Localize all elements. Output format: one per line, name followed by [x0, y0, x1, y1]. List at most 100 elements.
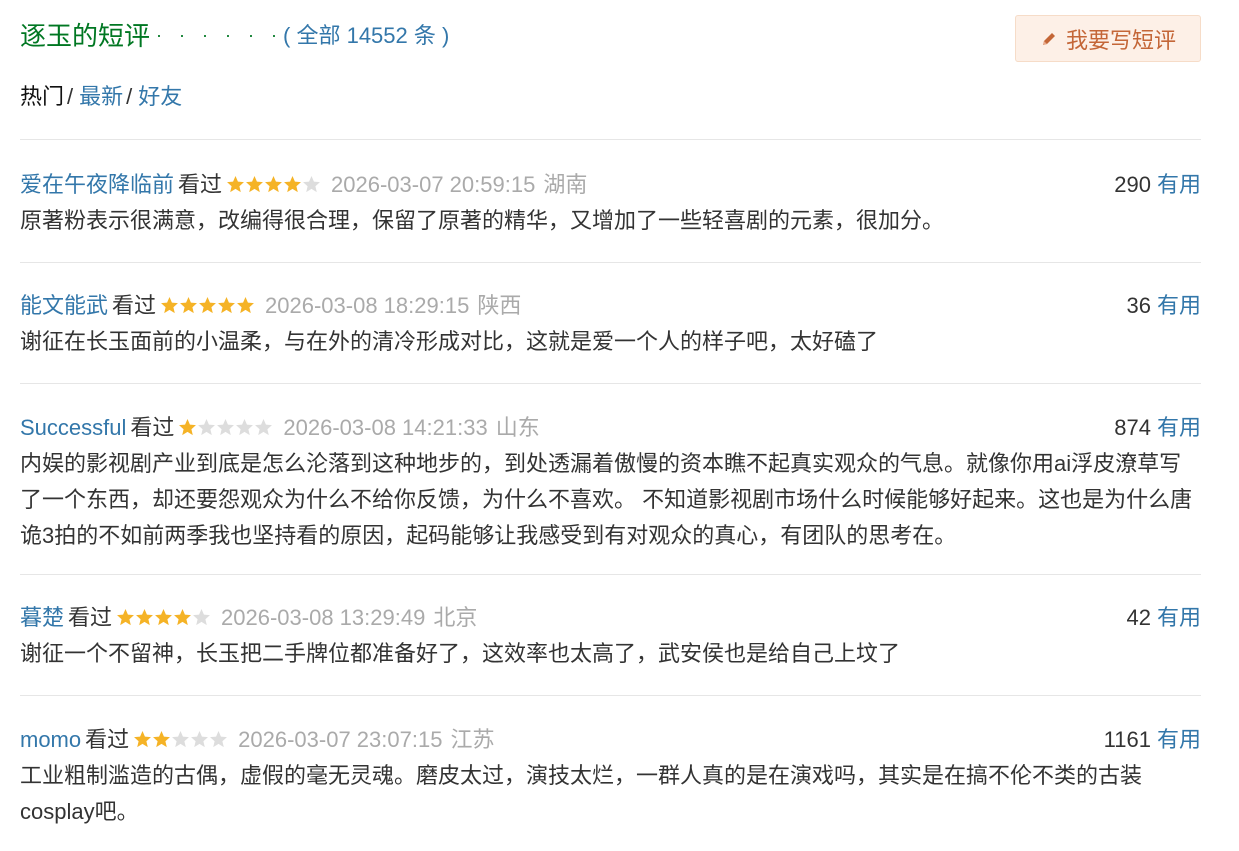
comment-text: 工业粗制滥造的古偶，虚假的毫无灵魂。磨皮太过，演技太烂，一群人真的是在演戏吗，其…	[20, 763, 1143, 824]
vote-area: 42 有用	[1127, 602, 1202, 634]
write-review-label: 我要写短评	[1065, 27, 1176, 53]
comment-text: 谢征在长玉面前的小温柔，与在外的清冷形成对比，这就是爱一个人的样子吧，太好磕了	[20, 329, 879, 354]
tab-separator: /	[126, 84, 133, 109]
rating-stars	[160, 292, 255, 324]
vote-area: 36 有用	[1127, 290, 1202, 322]
rating-stars	[178, 414, 273, 446]
section-title-line: 逐玉的短评 · · · · · ·( 全部 14552 条 )	[20, 17, 449, 54]
comment-author[interactable]: Successful	[20, 415, 126, 440]
comment-item: 能文能武 看过 2026-03-08 18:29:15 陕西 36 有用 谢征在长玉面前…	[20, 290, 1201, 360]
star-filled-icon	[155, 609, 172, 626]
star-filled-icon	[284, 176, 301, 193]
vote-count: 290	[1114, 172, 1151, 197]
vote-count: 874	[1114, 415, 1151, 440]
useful-button[interactable]: 有用	[1157, 415, 1201, 440]
star-empty-icon	[255, 419, 273, 436]
useful-button[interactable]: 有用	[1157, 727, 1201, 752]
star-empty-icon	[191, 731, 209, 748]
star-filled-icon	[174, 609, 191, 626]
tab-hot[interactable]: 热门	[20, 84, 64, 109]
rating-stars	[133, 726, 228, 758]
watch-status: 看过	[178, 172, 223, 197]
write-review-button[interactable]: 我要写短评	[1015, 15, 1201, 62]
vote-count: 42	[1126, 605, 1151, 630]
star-filled-icon	[179, 419, 197, 436]
vote-count: 36	[1126, 293, 1151, 318]
divider	[20, 574, 1201, 575]
comment-meta: Successful 看过 2026-03-08 14:21:33 山东 874 有用	[20, 412, 1201, 444]
vote-area: 290 有用	[1114, 169, 1201, 201]
star-empty-icon	[303, 176, 320, 193]
star-empty-icon	[198, 419, 216, 436]
comment-author[interactable]: momo	[20, 727, 81, 752]
useful-button[interactable]: 有用	[1157, 605, 1201, 630]
watch-status: 看过	[130, 415, 175, 440]
comment-item: 暮楚 看过 2026-03-08 13:29:49 北京 42 有用 谢征一个不留神，长…	[20, 602, 1201, 672]
comment-time: 2026-03-07 20:59:15	[331, 172, 536, 197]
comment-time: 2026-03-08 14:21:33	[283, 415, 488, 440]
comments-section: 逐玉的短评 · · · · · ·( 全部 14552 条 ) 我要写短评 热门 /…	[20, 0, 1201, 824]
comment-time: 2026-03-08 18:29:15	[265, 293, 470, 318]
comment-meta: 暮楚 看过 2026-03-08 13:29:49 北京 42 有用	[20, 602, 1201, 634]
comment-meta: 能文能武 看过 2026-03-08 18:29:15 陕西 36 有用	[20, 290, 1201, 322]
star-filled-icon	[218, 297, 235, 314]
star-filled-icon	[246, 176, 263, 193]
count-suffix: 条 )	[413, 23, 450, 48]
tab-separator: /	[67, 84, 74, 109]
rating-stars	[226, 171, 321, 203]
title-dots: · · · · · ·	[156, 25, 283, 45]
comment-item: 爱在午夜降临前 看过 2026-03-07 20:59:15 湖南 290 有用 原著粉…	[20, 169, 1201, 239]
vote-count: 1161	[1103, 727, 1151, 752]
watch-status: 看过	[85, 727, 130, 752]
comment-meta: momo 看过 2026-03-07 23:07:15 江苏 1161 有用	[20, 724, 1201, 756]
vote-area: 874 有用	[1114, 412, 1201, 444]
comment-location: 陕西	[477, 293, 522, 318]
star-filled-icon	[227, 176, 244, 193]
star-empty-icon	[236, 419, 254, 436]
comment-author[interactable]: 能文能武	[20, 293, 108, 318]
comment-author[interactable]: 暮楚	[20, 605, 64, 630]
count-number: 14552	[346, 23, 408, 48]
divider	[20, 695, 1201, 696]
star-filled-icon	[136, 609, 153, 626]
star-filled-icon	[134, 731, 152, 748]
comment-time: 2026-03-08 13:29:49	[221, 605, 426, 630]
star-filled-icon	[117, 609, 134, 626]
star-filled-icon	[237, 297, 254, 314]
section-header: 逐玉的短评 · · · · · ·( 全部 14552 条 ) 我要写短评 热门 /…	[20, 0, 1201, 109]
divider	[20, 383, 1201, 384]
comment-text: 原著粉表示很满意，改编得很合理，保留了原著的精华，又增加了一些轻喜剧的元素，很加…	[20, 208, 945, 233]
divider	[20, 139, 1201, 140]
comment-item: Successful 看过 2026-03-08 14:21:33 山东 874 有用 …	[20, 412, 1201, 554]
useful-button[interactable]: 有用	[1157, 293, 1201, 318]
star-empty-icon	[217, 419, 235, 436]
useful-button[interactable]: 有用	[1157, 172, 1201, 197]
pencil-icon	[1042, 32, 1055, 45]
sort-tabs: 热门 / 最新 / 好友	[20, 82, 182, 112]
star-empty-icon	[193, 609, 210, 626]
star-filled-icon	[161, 297, 178, 314]
star-filled-icon	[265, 176, 282, 193]
comment-meta: 爱在午夜降临前 看过 2026-03-07 20:59:15 湖南 290 有用	[20, 169, 1201, 201]
comment-text: 谢征一个不留神，长玉把二手牌位都准备好了，这效率也太高了，武安侯也是给自己上坟了	[20, 641, 901, 666]
count-prefix: ( 全部	[283, 23, 341, 48]
comment-author[interactable]: 爱在午夜降临前	[20, 172, 174, 197]
tab-friends[interactable]: 好友	[138, 84, 182, 109]
star-filled-icon	[153, 731, 171, 748]
vote-area: 1161 有用	[1104, 724, 1201, 756]
rating-stars	[116, 604, 211, 636]
divider	[20, 262, 1201, 263]
comment-time: 2026-03-07 23:07:15	[238, 727, 443, 752]
watch-status: 看过	[68, 605, 113, 630]
section-title: 逐玉的短评	[20, 21, 151, 51]
tab-latest[interactable]: 最新	[79, 84, 123, 109]
comment-location: 湖南	[543, 172, 588, 197]
star-empty-icon	[172, 731, 190, 748]
comment-text: 内娱的影视剧产业到底是怎么沦落到这种地步的，到处透漏着傲慢的资本瞧不起真实观众的…	[20, 451, 1193, 548]
star-filled-icon	[180, 297, 197, 314]
comment-location: 山东	[495, 415, 540, 440]
comment-item: momo 看过 2026-03-07 23:07:15 江苏 1161 有用 工业粗制滥…	[20, 724, 1201, 830]
comment-location: 北京	[433, 605, 478, 630]
total-count[interactable]: ( 全部 14552 条 )	[283, 23, 449, 48]
watch-status: 看过	[112, 293, 157, 318]
